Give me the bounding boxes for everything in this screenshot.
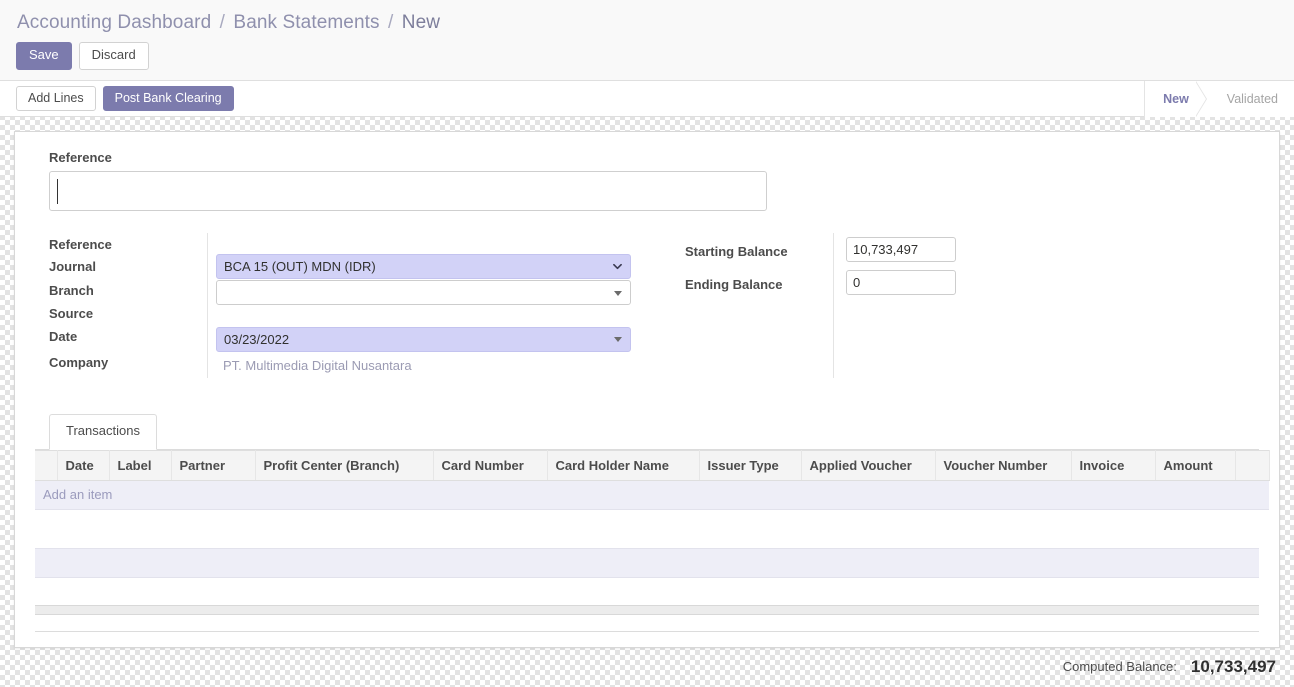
add-item-cell[interactable]: Add an item — [35, 480, 1269, 510]
horizontal-scrollbar[interactable] — [35, 605, 1259, 615]
form-sheet: Reference Reference Journal Branch Sourc… — [14, 131, 1280, 648]
table-header-handle — [35, 450, 58, 481]
ending-balance-input[interactable]: 0 — [846, 270, 956, 295]
form-group-left: Reference Journal Branch Source Date Com… — [35, 233, 631, 378]
computed-balance-value: 10,733,497 — [1190, 656, 1276, 676]
computed-balance-label: Computed Balance: — [1062, 659, 1177, 674]
table-header-row: Date Label Partner Profit Center (Branch… — [35, 450, 1270, 481]
table-header-profit-center[interactable]: Profit Center (Branch) — [255, 450, 434, 481]
statusbar: New Validated — [1144, 81, 1294, 117]
add-an-item-link[interactable]: Add an item — [43, 487, 112, 502]
chevron-separator-icon — [1194, 81, 1206, 117]
chevron-down-icon — [614, 290, 622, 296]
statusbar-stage-new[interactable]: New — [1145, 81, 1207, 117]
table-header-issuer-type[interactable]: Issuer Type — [699, 450, 802, 481]
date-select[interactable]: 03/23/2022 — [216, 326, 631, 352]
table-header-card-holder-name[interactable]: Card Holder Name — [547, 450, 700, 481]
computed-balance-bar: Computed Balance: 10,733,497 — [0, 646, 1294, 687]
breadcrumb-item-new: New — [401, 12, 441, 33]
breadcrumb-item-accounting-dashboard[interactable]: Accounting Dashboard — [17, 12, 211, 33]
journal-value: BCA 15 (OUT) MDN (IDR) — [224, 258, 376, 274]
chevron-down-icon — [613, 263, 622, 270]
transactions-table: Date Label Partner Profit Center (Branch… — [35, 450, 1270, 510]
notebook: Transactions Date Label Partner Profit C… — [35, 414, 1270, 632]
breadcrumb-separator: / — [219, 12, 226, 33]
chevron-down-icon — [614, 337, 622, 342]
control-panel: Accounting Dashboard / Bank Statements /… — [0, 0, 1294, 81]
tab-transactions[interactable]: Transactions — [49, 414, 157, 450]
label-source: Source — [49, 306, 94, 321]
company-value: PT. Multimedia Digital Nusantara — [223, 357, 412, 373]
label-date: Date — [49, 329, 78, 344]
table-empty-space-lower — [35, 578, 1259, 605]
table-header-date[interactable]: Date — [57, 450, 110, 481]
label-journal: Journal — [49, 259, 96, 274]
record-actions: Save Discard — [16, 42, 1278, 70]
statusbar-row: Add Lines Post Bank Clearing New Validat… — [0, 81, 1294, 117]
form-group-right: Starting Balance Ending Balance 10,733,4… — [631, 233, 973, 378]
sheet-wrapper: Reference Reference Journal Branch Sourc… — [0, 117, 1294, 648]
label-reference: Reference — [49, 237, 112, 252]
statusbar-stage-validated[interactable]: Validated — [1204, 81, 1294, 117]
branch-select[interactable] — [216, 280, 631, 305]
table-header-card-number[interactable]: Card Number — [433, 450, 548, 481]
reference-title-label: Reference — [49, 150, 112, 165]
breadcrumb-separator: / — [388, 12, 394, 33]
notebook-tabs: Transactions — [35, 414, 1259, 450]
table-empty-space — [35, 510, 1259, 548]
discard-button[interactable]: Discard — [78, 42, 149, 70]
save-button[interactable]: Save — [16, 42, 72, 70]
table-header-voucher-number[interactable]: Voucher Number — [935, 450, 1072, 481]
table-header-invoice[interactable]: Invoice — [1071, 450, 1156, 481]
table-header-applied-voucher[interactable]: Applied Voucher — [801, 450, 936, 481]
label-company: Company — [49, 355, 109, 370]
left-group-fields: BCA 15 (OUT) MDN (IDR) 03/23/2022 PT. Mu… — [207, 233, 631, 378]
post-bank-clearing-button[interactable]: Post Bank Clearing — [102, 85, 234, 112]
sheet-bottom-space — [35, 615, 1259, 631]
text-cursor-icon — [57, 179, 58, 204]
table-header-spacer — [1235, 450, 1270, 481]
journal-select[interactable]: BCA 15 (OUT) MDN (IDR) — [216, 253, 631, 279]
statusbar-stage-label: Validated — [1226, 92, 1278, 106]
sheet-bottom-divider — [35, 631, 1259, 632]
form-action-buttons: Add Lines Post Bank Clearing — [16, 85, 234, 112]
date-value: 03/23/2022 — [224, 331, 290, 347]
form-groups: Reference Journal Branch Source Date Com… — [35, 233, 1259, 378]
starting-balance-input[interactable]: 10,733,497 — [846, 237, 956, 262]
right-group-fields: 10,733,497 0 — [833, 233, 973, 378]
table-footer-band — [35, 548, 1259, 578]
breadcrumb-item-bank-statements[interactable]: Bank Statements — [233, 12, 379, 33]
right-group-labels: Starting Balance Ending Balance — [685, 233, 833, 378]
label-ending-balance: Ending Balance — [685, 277, 783, 292]
breadcrumb: Accounting Dashboard / Bank Statements /… — [16, 6, 1278, 38]
table-header-partner[interactable]: Partner — [171, 450, 256, 481]
left-group-labels: Reference Journal Branch Source Date Com… — [49, 233, 207, 378]
table-header-label[interactable]: Label — [109, 450, 172, 481]
label-starting-balance: Starting Balance — [685, 244, 788, 259]
table-header-amount[interactable]: Amount — [1155, 450, 1236, 481]
statusbar-stage-label: New — [1163, 92, 1189, 106]
label-branch: Branch — [49, 283, 94, 298]
reference-input[interactable] — [49, 171, 767, 211]
add-lines-button[interactable]: Add Lines — [16, 85, 96, 112]
add-item-row[interactable]: Add an item — [35, 480, 1269, 510]
